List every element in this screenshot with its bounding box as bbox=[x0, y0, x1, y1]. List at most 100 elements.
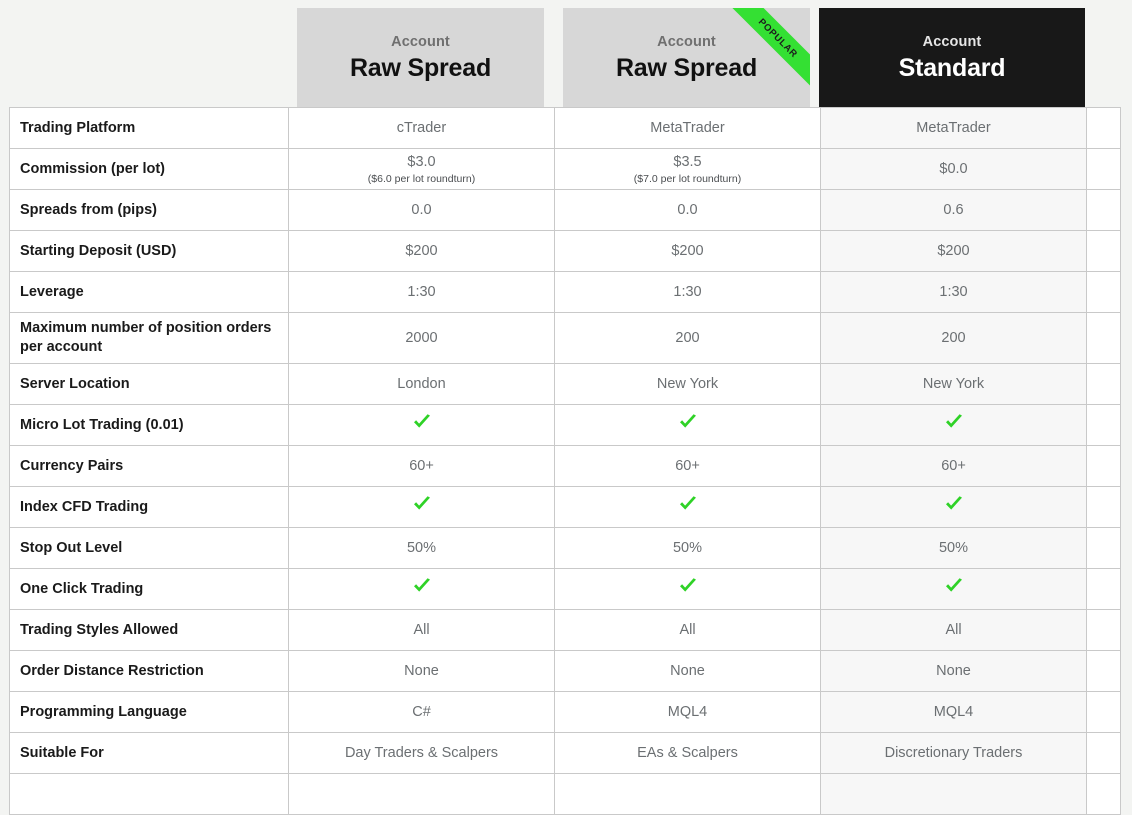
row-value-col3: All bbox=[820, 609, 1087, 651]
row-value-col1: None bbox=[288, 650, 555, 692]
row-spacer-cell bbox=[1086, 312, 1121, 364]
row-value-subtext: ($6.0 per lot roundturn) bbox=[367, 172, 476, 185]
table-row: Currency Pairs 60+ 60+ 60+ bbox=[9, 445, 1121, 487]
table-row: Spreads from (pips) 0.0 0.0 0.6 bbox=[9, 189, 1121, 231]
row-value-col3: MQL4 bbox=[820, 691, 1087, 733]
row-value-col1: C# bbox=[288, 691, 555, 733]
row-value-col2: 200 bbox=[554, 312, 821, 364]
account-header-cards: Account Raw Spread Account Raw Spread PO… bbox=[0, 8, 1132, 108]
row-value-col2: EAs & Scalpers bbox=[554, 732, 821, 774]
table-row: Server Location London New York New York bbox=[9, 363, 1121, 405]
check-icon bbox=[944, 577, 964, 595]
row-value-col2: New York bbox=[554, 363, 821, 405]
account-card-kicker: Account bbox=[391, 34, 450, 51]
row-label: Trading Styles Allowed bbox=[9, 609, 289, 651]
row-value-col2: 60+ bbox=[554, 445, 821, 487]
check-icon bbox=[412, 495, 432, 513]
account-card-standard[interactable]: Account Standard bbox=[819, 8, 1085, 108]
account-card-raw-spread-metatrader[interactable]: Account Raw Spread POPULAR bbox=[563, 8, 810, 108]
account-card-kicker: Account bbox=[657, 34, 716, 51]
check-icon bbox=[944, 495, 964, 513]
row-spacer-cell bbox=[1086, 189, 1121, 231]
comparison-table-body: Trading Platform cTrader MetaTrader MetaTra… bbox=[9, 107, 1121, 815]
row-spacer-cell bbox=[1086, 271, 1121, 313]
row-spacer-cell bbox=[1086, 230, 1121, 272]
check-icon bbox=[412, 577, 432, 595]
table-row: Trading Platform cTrader MetaTrader MetaTra… bbox=[9, 107, 1121, 149]
row-value-col1: $200 bbox=[288, 230, 555, 272]
row-spacer-cell bbox=[1086, 107, 1121, 149]
row-label: Micro Lot Trading (0.01) bbox=[9, 404, 289, 446]
row-value-col3: 1:30 bbox=[820, 271, 1087, 313]
table-row bbox=[9, 773, 1121, 815]
row-label: Order Distance Restriction bbox=[9, 650, 289, 692]
row-label: Stop Out Level bbox=[9, 527, 289, 569]
row-value-col1: 1:30 bbox=[288, 271, 555, 313]
account-comparison-page: Account Raw Spread Account Raw Spread PO… bbox=[0, 0, 1132, 815]
table-row: Leverage 1:30 1:30 1:30 bbox=[9, 271, 1121, 313]
row-value-col3: None bbox=[820, 650, 1087, 692]
row-value-col1 bbox=[288, 404, 555, 446]
row-value-col3: 50% bbox=[820, 527, 1087, 569]
row-value-col3 bbox=[820, 486, 1087, 528]
row-value-primary: $3.0 bbox=[407, 153, 436, 170]
row-value-col2: MetaTrader bbox=[554, 107, 821, 149]
table-row: Commission (per lot) $3.0 ($6.0 per lot ro… bbox=[9, 148, 1121, 190]
row-value-col1: 60+ bbox=[288, 445, 555, 487]
row-spacer-cell bbox=[1086, 773, 1121, 815]
row-value-col3 bbox=[820, 404, 1087, 446]
row-label: Spreads from (pips) bbox=[9, 189, 289, 231]
row-label bbox=[9, 773, 289, 815]
table-row: Index CFD Trading bbox=[9, 486, 1121, 528]
row-value-col2: None bbox=[554, 650, 821, 692]
row-label: Commission (per lot) bbox=[9, 148, 289, 190]
row-label: Maximum number of position orders per ac… bbox=[9, 312, 289, 364]
row-value-col1: $3.0 ($6.0 per lot roundturn) bbox=[288, 148, 555, 190]
row-value-col2 bbox=[554, 486, 821, 528]
row-label: Leverage bbox=[9, 271, 289, 313]
row-value-col1: 0.0 bbox=[288, 189, 555, 231]
account-comparison-table: Trading Platform cTrader MetaTrader MetaTra… bbox=[9, 107, 1121, 815]
row-value-col1 bbox=[288, 568, 555, 610]
row-label: One Click Trading bbox=[9, 568, 289, 610]
row-value-col1: 2000 bbox=[288, 312, 555, 364]
row-spacer-cell bbox=[1086, 609, 1121, 651]
table-row: Programming Language C# MQL4 MQL4 bbox=[9, 691, 1121, 733]
table-row: Starting Deposit (USD) $200 $200 $200 bbox=[9, 230, 1121, 272]
row-value-subtext: ($7.0 per lot roundturn) bbox=[633, 172, 742, 185]
table-row: Order Distance Restriction None None None bbox=[9, 650, 1121, 692]
row-value-col2 bbox=[554, 568, 821, 610]
row-value-col3: $200 bbox=[820, 230, 1087, 272]
table-row: Micro Lot Trading (0.01) bbox=[9, 404, 1121, 446]
row-value-col1 bbox=[288, 773, 555, 815]
row-spacer-cell bbox=[1086, 404, 1121, 446]
account-card-title: Raw Spread bbox=[615, 53, 758, 82]
row-spacer-cell bbox=[1086, 527, 1121, 569]
table-row: One Click Trading bbox=[9, 568, 1121, 610]
row-spacer-cell bbox=[1086, 445, 1121, 487]
check-icon bbox=[412, 413, 432, 431]
row-value-col3: 0.6 bbox=[820, 189, 1087, 231]
row-value-col2 bbox=[554, 773, 821, 815]
row-label: Suitable For bbox=[9, 732, 289, 774]
row-label: Trading Platform bbox=[9, 107, 289, 149]
account-card-title: Raw Spread bbox=[349, 53, 492, 82]
row-label: Currency Pairs bbox=[9, 445, 289, 487]
row-value-col3: New York bbox=[820, 363, 1087, 405]
row-value-col3: 60+ bbox=[820, 445, 1087, 487]
row-label: Programming Language bbox=[9, 691, 289, 733]
check-icon bbox=[944, 413, 964, 431]
row-value-col1: cTrader bbox=[288, 107, 555, 149]
check-icon bbox=[678, 577, 698, 595]
row-label: Index CFD Trading bbox=[9, 486, 289, 528]
row-spacer-cell bbox=[1086, 732, 1121, 774]
check-icon bbox=[678, 413, 698, 431]
row-value-col1: All bbox=[288, 609, 555, 651]
account-card-raw-spread-ctrader[interactable]: Account Raw Spread bbox=[297, 8, 544, 108]
row-value-col2: MQL4 bbox=[554, 691, 821, 733]
row-value-col3: Discretionary Traders bbox=[820, 732, 1087, 774]
table-row: Maximum number of position orders per ac… bbox=[9, 312, 1121, 364]
row-value-col1: Day Traders & Scalpers bbox=[288, 732, 555, 774]
row-value-col2: 1:30 bbox=[554, 271, 821, 313]
row-spacer-cell bbox=[1086, 148, 1121, 190]
